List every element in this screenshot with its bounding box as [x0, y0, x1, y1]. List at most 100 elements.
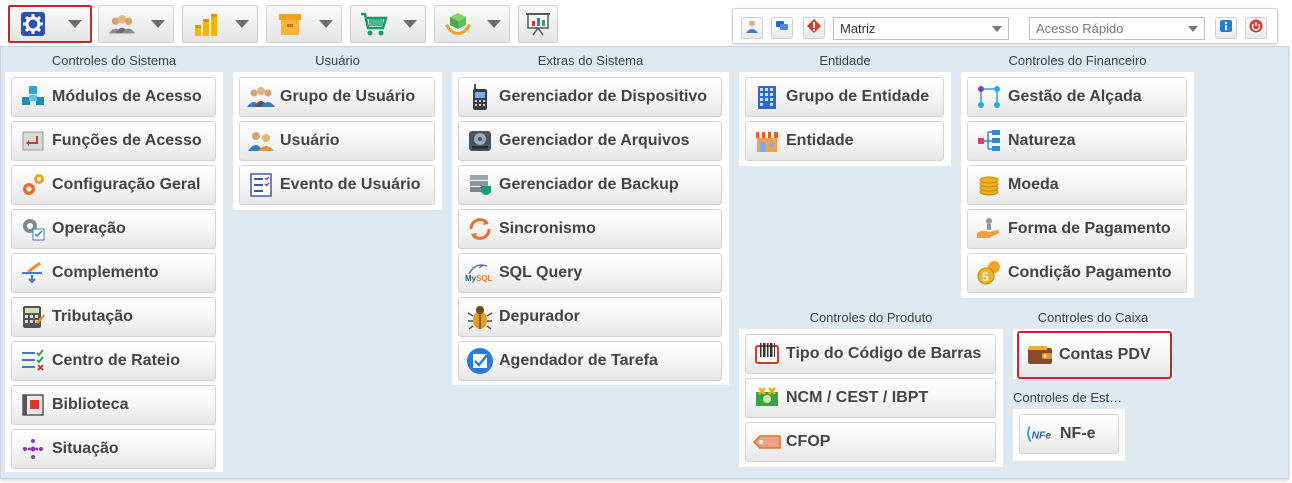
chat-button[interactable]	[771, 17, 793, 39]
product-module-button[interactable]	[266, 5, 342, 43]
group-title-entidade: Entidade	[819, 53, 871, 68]
menu-item-label: Contas PDV	[1059, 346, 1151, 363]
chevron-down-icon	[403, 20, 417, 28]
cubes-icon	[18, 83, 48, 111]
menu-item-label: Complemento	[52, 264, 159, 281]
group-extras: Gerenciador de Dispositivo Gerenciador d…	[452, 72, 729, 385]
logout-button[interactable]	[1245, 17, 1267, 39]
cart-icon	[360, 11, 388, 37]
svg-text:SQL: SQL	[476, 274, 493, 283]
check-list-icon	[18, 347, 48, 375]
users-module-button[interactable]	[98, 5, 174, 43]
stock-module-button[interactable]	[434, 5, 510, 43]
nfe-icon: NFe	[1026, 420, 1056, 448]
menu-item-label: Depurador	[499, 308, 580, 325]
menu-item-label: Natureza	[1008, 132, 1076, 149]
wallet-icon	[1025, 341, 1055, 369]
menu-item-label: Usuário	[280, 132, 340, 149]
menu-item-gerenciador-backup[interactable]: Gerenciador de Backup	[458, 165, 722, 205]
menu-item-label: Tributação	[52, 308, 133, 325]
menu-item-label: Agendador de Tarefa	[499, 352, 658, 369]
menu-item-nfe[interactable]: NFe NF-e	[1019, 414, 1119, 454]
menu-item-evento-usuario[interactable]: Evento de Usuário	[239, 165, 435, 205]
info-icon	[1219, 19, 1233, 38]
menu-item-grupo-entidade[interactable]: Grupo de Entidade	[745, 77, 944, 117]
menu-item-agendador-tarefa[interactable]: Agendador de Tarefa	[458, 341, 722, 381]
bug-icon	[465, 303, 495, 331]
chevron-down-icon	[1188, 26, 1198, 32]
main-toolbar: Matriz Acesso Rápido	[0, 0, 1292, 46]
reports-button[interactable]	[518, 5, 558, 43]
menu-item-label: Situação	[52, 440, 119, 457]
menu-item-natureza[interactable]: Natureza	[967, 121, 1187, 161]
menu-item-moeda[interactable]: Moeda	[967, 165, 1187, 205]
info-button[interactable]	[1215, 17, 1237, 39]
menu-item-usuario[interactable]: Usuário	[239, 121, 435, 161]
menu-item-gestao-alcada[interactable]: Gestão de Alçada	[967, 77, 1187, 117]
menu-item-sincronismo[interactable]: Sincronismo	[458, 209, 722, 249]
alerts-button[interactable]	[803, 17, 825, 39]
menu-item-label: SQL Query	[499, 264, 583, 281]
workflow-icon	[974, 83, 1004, 111]
menu-item-label: Funções de Acesso	[52, 132, 202, 149]
menu-item-label: Tipo do Código de Barras	[786, 345, 982, 362]
group-estoque: NFe NF-e	[1013, 409, 1125, 461]
company-select-value: Matriz	[840, 21, 876, 36]
finance-module-button[interactable]	[182, 5, 258, 43]
menu-item-configuracao-geral[interactable]: Configuração Geral	[11, 165, 216, 205]
menu-item-gerenciador-dispositivo[interactable]: Gerenciador de Dispositivo	[458, 77, 722, 117]
menu-item-situacao[interactable]: Situação	[11, 429, 216, 469]
menu-item-gerenciador-arquivos[interactable]: Gerenciador de Arquivos	[458, 121, 722, 161]
menu-item-depurador[interactable]: Depurador	[458, 297, 722, 337]
menu-item-grupo-usuario[interactable]: Grupo de Usuário	[239, 77, 435, 117]
group-sistema: Módulos de Acesso Funções de Acesso Conf…	[5, 72, 223, 472]
menu-item-label: Biblioteca	[52, 396, 129, 413]
menu-item-contas-pdv[interactable]: Contas PDV	[1017, 331, 1172, 379]
system-module-button[interactable]	[8, 5, 92, 43]
menu-item-label: NF-e	[1060, 425, 1096, 442]
menu-item-tributacao[interactable]: Tributação	[11, 297, 216, 337]
menu-item-label: Forma de Pagamento	[1008, 220, 1171, 237]
menu-item-label: Módulos de Acesso	[52, 88, 202, 105]
menu-item-complemento[interactable]: Complemento	[11, 253, 216, 293]
menu-item-centro-rateio[interactable]: Centro de Rateio	[11, 341, 216, 381]
group-title-produto: Controles do Produto	[809, 310, 933, 325]
svg-text:My: My	[465, 274, 477, 283]
group-title-extras: Extras do Sistema	[537, 53, 644, 68]
chevron-down-icon	[235, 20, 249, 28]
menu-item-cfop[interactable]: CFOP	[745, 422, 996, 462]
group-produto: Tipo do Código de Barras NCM / CEST / IB…	[739, 329, 1003, 467]
coins-chart-icon	[192, 11, 220, 37]
menu-item-modulos-acesso[interactable]: Módulos de Acesso	[11, 77, 216, 117]
enter-key-icon	[18, 127, 48, 155]
menu-item-operacao[interactable]: Operação	[11, 209, 216, 249]
users-icon	[108, 11, 136, 37]
tag-icon	[752, 428, 782, 456]
menu-item-label: Grupo de Entidade	[786, 88, 930, 105]
user-profile-button[interactable]	[741, 17, 763, 39]
quick-access-select[interactable]: Acesso Rápido	[1029, 17, 1205, 40]
menu-item-forma-pagamento[interactable]: Forma de Pagamento	[967, 209, 1187, 249]
box-icon	[276, 11, 304, 37]
menu-item-entidade[interactable]: Entidade	[745, 121, 944, 161]
menu-item-funcoes-acesso[interactable]: Funções de Acesso	[11, 121, 216, 161]
svg-text:5: 5	[982, 270, 989, 284]
user-group-icon	[246, 83, 276, 111]
brush-arrow-icon	[18, 259, 48, 287]
gear-icon	[19, 11, 47, 37]
company-select[interactable]: Matriz	[833, 17, 1009, 40]
quick-access-placeholder: Acesso Rápido	[1036, 21, 1124, 36]
menu-item-label: Entidade	[786, 132, 854, 149]
sales-module-button[interactable]	[350, 5, 426, 43]
user-icon	[745, 19, 759, 38]
presentation-icon	[525, 11, 551, 37]
menu-item-condicao-pagamento[interactable]: 5 Condição Pagamento	[967, 253, 1187, 293]
menu-item-sql-query[interactable]: My SQL SQL Query	[458, 253, 722, 293]
group-entidade: Grupo de Entidade Entidade	[739, 72, 951, 166]
group-title-usuario: Usuário	[315, 53, 360, 68]
menu-item-biblioteca[interactable]: Biblioteca	[11, 385, 216, 425]
group-title-estoque: Controles de Est…	[1013, 390, 1123, 405]
power-icon	[1249, 19, 1263, 38]
menu-item-ncm-cest-ibpt[interactable]: NCM / CEST / IBPT	[745, 378, 996, 418]
menu-item-tipo-codigo-barras[interactable]: Tipo do Código de Barras	[745, 334, 996, 374]
